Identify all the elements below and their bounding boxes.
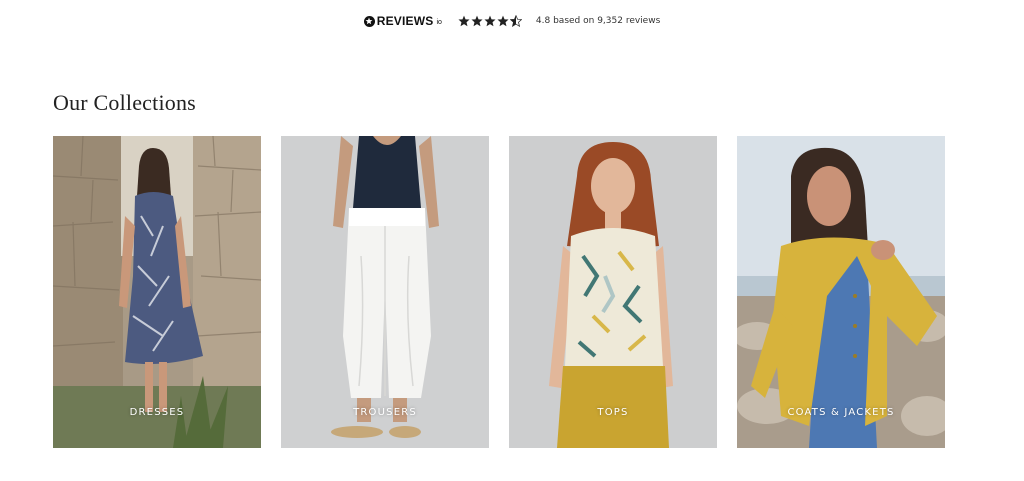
dresses-image (53, 136, 261, 448)
tops-image (509, 136, 717, 448)
rating-stars (458, 15, 522, 27)
star-icon (484, 15, 496, 27)
star-icon (458, 15, 470, 27)
trousers-image (281, 136, 489, 448)
half-star-icon (509, 15, 522, 27)
collection-tile-dresses[interactable]: DRESSES (53, 136, 261, 448)
reviews-bar[interactable]: REVIEWS io 4.8 based on 9,352 reviews (0, 12, 1024, 30)
collection-label-coats-jackets: COATS & JACKETS (787, 407, 895, 418)
reviews-logo-star-icon (363, 15, 375, 27)
page-title: Our Collections (53, 90, 196, 115)
reviews-logo-suffix: io (436, 19, 442, 26)
coats-jackets-image (737, 136, 945, 448)
collections-grid: DRESSES TROUSERS TOPS COATS & JACKETS (53, 136, 945, 448)
collection-label-dresses: DRESSES (129, 407, 185, 418)
reviews-summary[interactable]: 4.8 based on 9,352 reviews (536, 16, 660, 26)
collection-label-trousers: TROUSERS (353, 407, 417, 418)
star-icon (471, 15, 483, 27)
collection-tile-trousers[interactable]: TROUSERS (281, 136, 489, 448)
collection-label-tops: TOPS (597, 407, 629, 418)
reviews-logo-text: REVIEWS (376, 14, 434, 28)
star-icon (497, 15, 509, 27)
collection-tile-tops[interactable]: TOPS (509, 136, 717, 448)
collection-tile-coats-jackets[interactable]: COATS & JACKETS (737, 136, 945, 448)
reviews-io-logo[interactable]: REVIEWS io (363, 14, 442, 28)
